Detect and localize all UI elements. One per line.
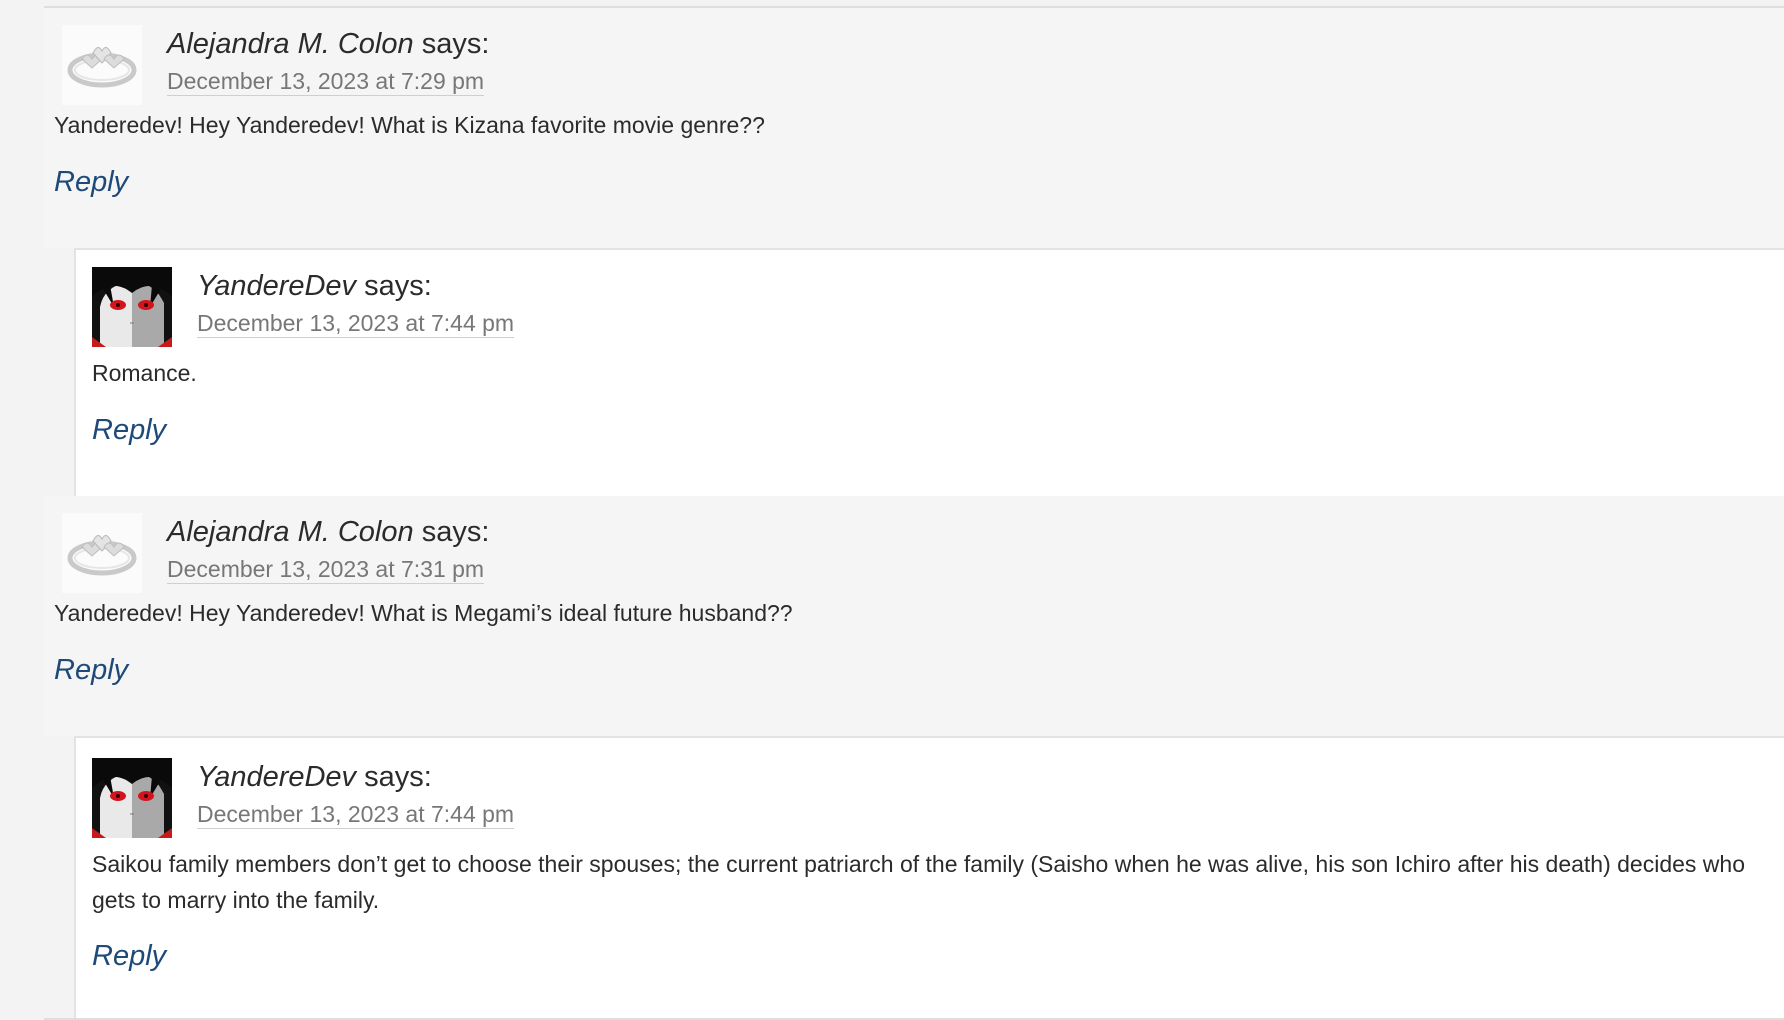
ring-avatar: [62, 513, 142, 593]
comment: Alejandra M. Colon says: December 13, 20…: [44, 8, 1784, 248]
comment-author[interactable]: Alejandra M. Colon: [167, 28, 414, 60]
reply-button[interactable]: Reply: [92, 940, 166, 973]
ring-avatar: [62, 25, 142, 105]
comment-author[interactable]: YandereDev: [197, 270, 356, 302]
comment: Alejandra M. Colon says: December 13, 20…: [44, 496, 1784, 736]
comment-author-line: YandereDev says:: [197, 761, 432, 794]
comment-author[interactable]: YandereDev: [197, 761, 356, 793]
comment-author[interactable]: Alejandra M. Colon: [167, 516, 414, 548]
comment-author-line: YandereDev says:: [197, 270, 432, 303]
comment-text: Yanderedev! Hey Yanderedev! What is Kiza…: [54, 112, 765, 138]
says-label: says:: [421, 28, 490, 60]
reply-button[interactable]: Reply: [54, 654, 128, 687]
reply-button[interactable]: Reply: [54, 166, 128, 199]
comment-reply: YandereDev says: December 13, 2023 at 7:…: [44, 248, 1784, 498]
reply-button[interactable]: Reply: [92, 414, 166, 447]
comment-date-link[interactable]: December 13, 2023 at 7:44 pm: [197, 800, 515, 829]
comment-date-link[interactable]: December 13, 2023 at 7:44 pm: [197, 309, 515, 338]
comment-author-line: Alejandra M. Colon says:: [167, 28, 489, 61]
anime-face-avatar: [92, 758, 172, 838]
says-label: says:: [364, 270, 432, 302]
comment-reply: YandereDev says: December 13, 2023 at 7:…: [44, 736, 1784, 1020]
comment-text: Saikou family members don’t get to choos…: [92, 851, 1746, 913]
comment-author-line: Alejandra M. Colon says:: [167, 516, 489, 549]
comment-text: Yanderedev! Hey Yanderedev! What is Mega…: [54, 600, 793, 626]
comment-date-link[interactable]: December 13, 2023 at 7:29 pm: [167, 67, 485, 96]
says-label: says:: [364, 761, 432, 793]
says-label: says:: [421, 516, 490, 548]
comments-page: Alejandra M. Colon says: December 13, 20…: [0, 0, 1784, 1020]
comment-text: Romance.: [92, 360, 197, 386]
comment-date-link[interactable]: December 13, 2023 at 7:31 pm: [167, 555, 485, 584]
anime-face-avatar: [92, 267, 172, 347]
